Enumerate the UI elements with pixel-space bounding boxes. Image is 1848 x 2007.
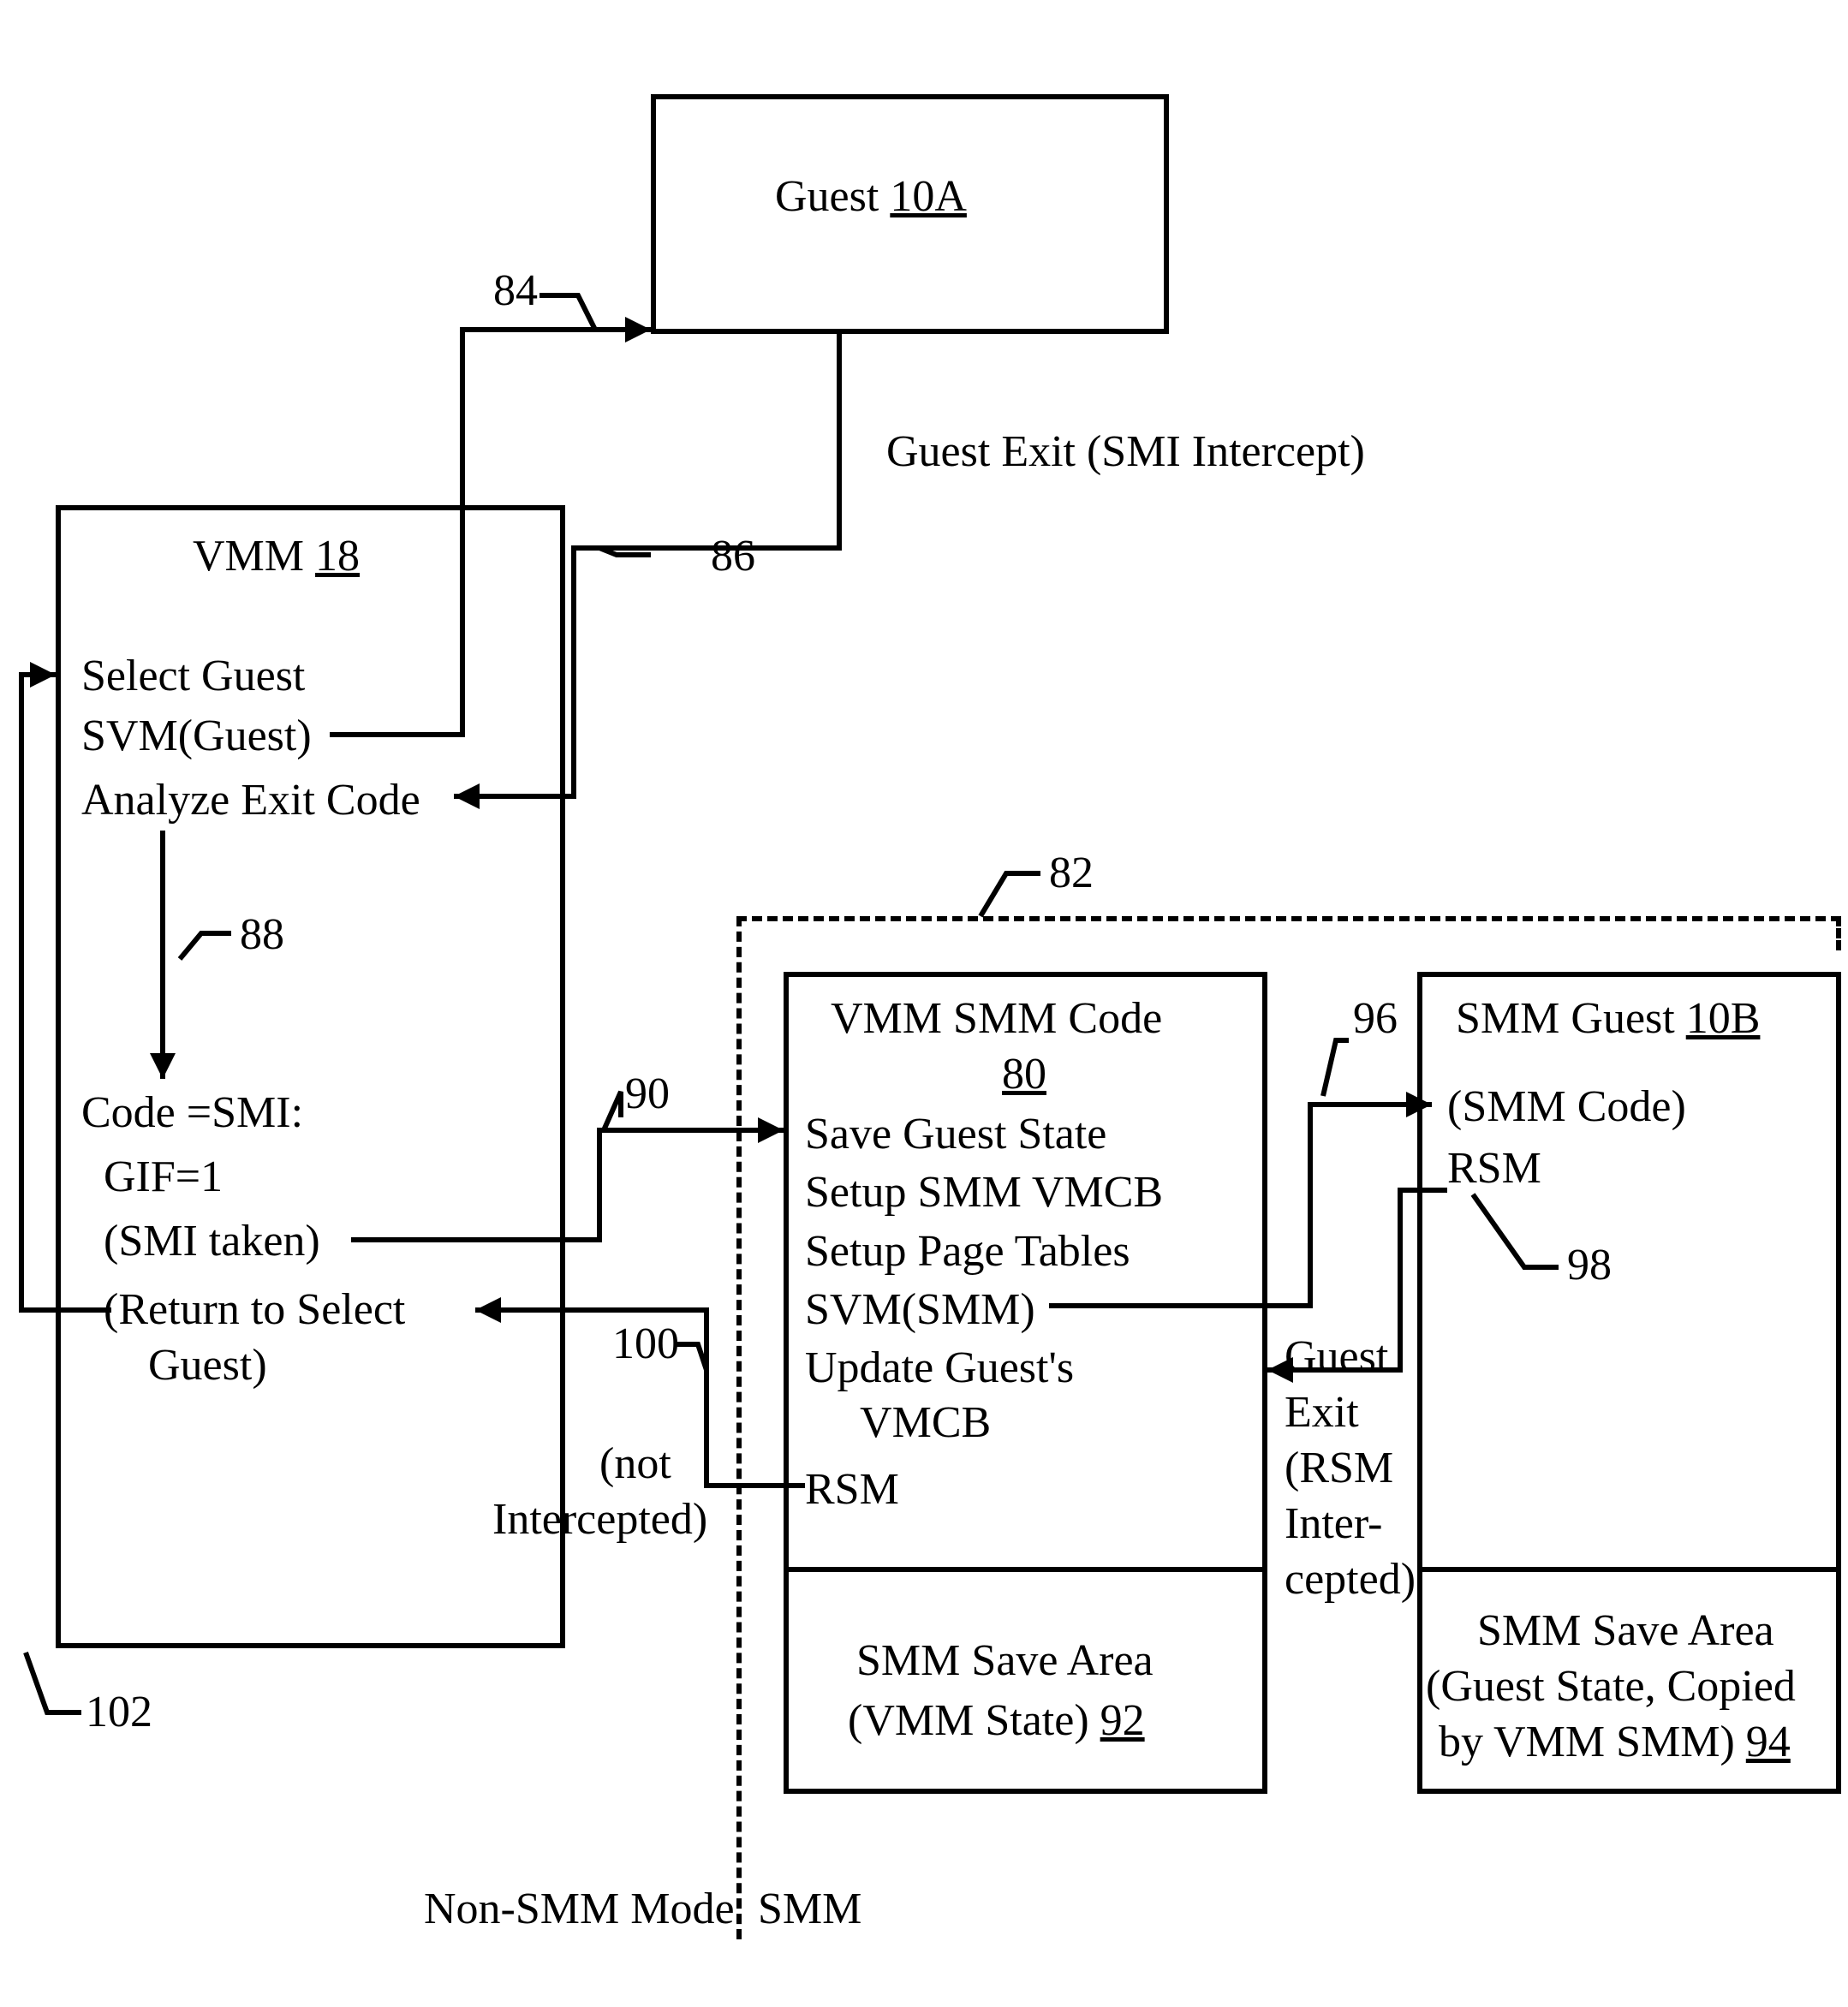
connectors [0,0,1848,2007]
diagram-canvas: Guest 10A 84 Guest Exit (SMI Intercept) … [0,0,1848,2007]
